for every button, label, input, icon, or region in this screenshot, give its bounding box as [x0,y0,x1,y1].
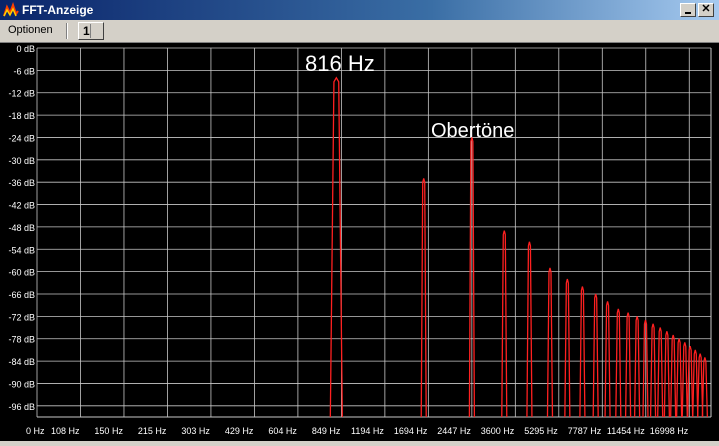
y-tick-label: -24 dB [8,133,35,143]
spectrum-peak [329,76,343,418]
x-tick-label: 215 Hz [138,426,167,436]
spectrum-peak [649,323,657,418]
x-axis-labels: 0 Hz 108 Hz 150 Hz 215 Hz 303 Hz 429 Hz 604 Hz… [26,426,689,436]
spectrum-peak [546,267,554,418]
y-tick-label: -42 dB [8,201,35,211]
x-tick-label: 5295 Hz [524,426,558,436]
y-tick-label: -84 dB [8,357,35,367]
x-tick-label: 1194 Hz [351,426,384,436]
spectrum-peak [420,178,427,418]
x-tick-label: 150 Hz [94,426,123,436]
spectrum-peak [526,241,533,418]
menu-options[interactable]: Optionen [8,24,53,36]
x-tick-label: 1694 Hz [394,426,428,436]
window-title: FFT-Anzeige [22,3,94,17]
x-tick-label: 849 Hz [312,426,341,436]
x-tick-label: 0 Hz [26,426,45,436]
close-button[interactable]: ✕ [698,3,714,17]
y-tick-label: -48 dB [8,223,35,233]
spectrum-peak [633,316,641,418]
spectrum-peak [592,293,599,418]
y-tick-label: -96 dB [8,402,35,412]
spectrum-peak [624,312,632,418]
y-tick-label: -78 dB [8,335,35,345]
x-tick-label: 2447 Hz [437,426,471,436]
x-tick-label: 11454 Hz [607,426,645,436]
y-tick-label: -30 dB [8,156,35,166]
spectrum-peak [579,286,586,418]
fft-window: FFT-Anzeige ✕ Optionen 1 0 dB -6 dB -12 dB… [0,0,719,441]
y-tick-label: -72 dB [8,312,35,322]
spectrum-peak [686,346,694,418]
fft-app-icon [3,2,19,17]
spectrum-peak [697,353,704,418]
y-tick-label: -18 dB [8,111,35,121]
x-tick-label: 7787 Hz [568,426,602,436]
spectrum-lines [329,76,709,418]
spectrum-peak [604,301,611,418]
x-tick-label: 3600 Hz [481,426,515,436]
x-tick-label: 303 Hz [181,426,210,436]
close-icon: ✕ [701,3,711,15]
fft-chart: 0 dB -6 dB -12 dB -18 dB -24 dB -30 dB -36 dB -… [0,43,719,441]
fft-spectrum-svg: 0 dB -6 dB -12 dB -18 dB -24 dB -30 dB -36 dB -… [8,44,712,436]
y-tick-label: -6 dB [13,66,35,76]
channel-label: 1 [83,24,90,38]
spectrum-peak [615,308,622,418]
y-tick-label: -54 dB [8,245,35,255]
peak-annotation: 816 Hz [305,51,375,76]
x-tick-label: 108 Hz [51,426,80,436]
spectrum-peak [675,338,683,418]
y-tick-label: -90 dB [8,379,35,389]
y-tick-label: -12 dB [8,89,35,99]
spectrum-peak [670,334,677,418]
toolbar-separator [66,23,68,39]
minimize-button[interactable] [680,3,696,17]
y-tick-label: 0 dB [16,44,35,54]
spectrum-peak [564,278,571,418]
y-tick-label: -60 dB [8,268,35,278]
channel-dropdown-segment[interactable] [90,24,100,38]
overtones-annotation: Obertöne [431,120,514,142]
toolbar: Optionen 1 [0,20,719,43]
title-bar[interactable]: FFT-Anzeige ✕ [0,0,719,20]
spectrum-peak [657,327,664,418]
spectrum-peak [663,331,671,418]
y-tick-label: -66 dB [8,290,35,300]
y-tick-label: -36 dB [8,178,35,188]
x-tick-label: 16998 Hz [650,426,689,436]
x-tick-label: 604 Hz [268,426,297,436]
channel-button[interactable]: 1 [78,22,104,40]
minimize-icon [685,12,691,14]
x-tick-label: 429 Hz [225,426,254,436]
spectrum-peak [701,357,709,418]
y-axis-labels: 0 dB -6 dB -12 dB -18 dB -24 dB -30 dB -36 dB -… [8,44,35,412]
spectrum-peak [501,230,508,418]
